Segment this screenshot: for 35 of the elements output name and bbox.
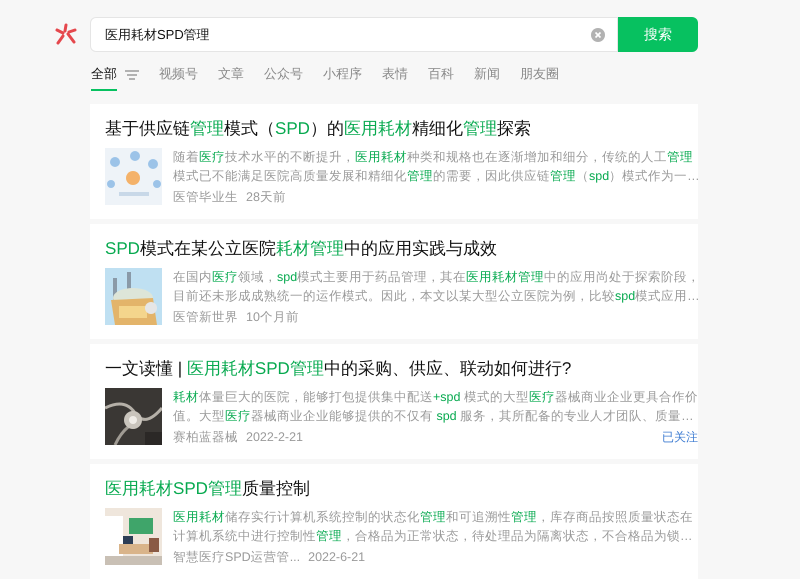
tab[interactable]: 全部 (91, 59, 117, 91)
source-name[interactable]: 医管新世界 (173, 308, 238, 327)
result-summary: 耗材体量巨大的医院，能够打包提供集中配送+spd 模式的大型医疗器械商业企业更具合作价 值。大型医疗器械商业企业能够提供的不仅有 spd 服务，其所配备的专业人才团队、质量… (173, 389, 698, 425)
result-card[interactable]: 基于供应链管理模式（SPD）的医用耗材精细化管理探索 随着医疗技术水平的不断提升，医用耗材种类和规格也在逐渐增加和细分，传统的人工管理 模式已不能满足医院高质量发展和精细化管理的需要，因此供应链管理（spd）模式作为一… 医管毕业生 28天前 (90, 104, 698, 219)
tab[interactable]: 公众号 (264, 59, 303, 91)
result-summary: 随着医疗技术水平的不断提升，医用耗材种类和规格也在逐渐增加和细分，传统的人工管理 模式已不能满足医院高质量发展和精细化管理的需要，因此供应链管理（spd）模式作为一… (173, 149, 700, 185)
result-title[interactable]: 一文读懂 | 医用耗材SPD管理中的采购、供应、联动如何进行? (105, 358, 684, 380)
filter-icon[interactable] (125, 70, 139, 80)
tab[interactable]: 小程序 (323, 59, 362, 91)
result-title[interactable]: 医用耗材SPD管理质量控制 (105, 478, 684, 500)
search-button[interactable]: 搜索 (618, 17, 698, 52)
source-name[interactable]: 赛柏蓝器械 (173, 428, 238, 447)
tab[interactable]: 朋友圈 (520, 59, 559, 91)
result-card[interactable]: SPD模式在某公立医院耗材管理中的应用实践与成效 在国内医疗领域，spd模式主要用于药品管理，其在医用耗材管理中的应用尚处于探索阶段， 目前还未形成成熟统一的运作模式。因此，本文以某大型公立医院为例，比较spd模式应用… 医管新世界 10个月前 (90, 224, 698, 339)
result-summary: 医用耗材储存实行计算机系统控制的状态化管理和可追溯性管理，库存商品按照质量状态在 计算机系统中进行控制性管理，合格品为正常状态，待处理品为隔离状态，不合格品为锁… (173, 509, 693, 545)
logo-icon (54, 22, 78, 46)
tab[interactable]: 表情 (382, 59, 408, 91)
publish-date: 28天前 (246, 189, 286, 206)
source-name[interactable]: 智慧医疗SPD运营管... (173, 548, 300, 567)
tab[interactable]: 视频号 (159, 59, 198, 91)
result-title[interactable]: SPD模式在某公立医院耗材管理中的应用实践与成效 (105, 238, 684, 260)
result-title[interactable]: 基于供应链管理模式（SPD）的医用耗材精细化管理探索 (105, 118, 684, 140)
tab[interactable]: 新闻 (474, 59, 500, 91)
result-card[interactable]: 医用耗材SPD管理质量控制 医用耗材储存实行计算机系统控制的状态化管理和可追溯性管理，库存商品按照质量状态在 计算机系统中进行控制性管理，合格品为正常状态，待处理品为隔离状态，不合格品为锁… 智慧医疗SPD运营管... 2022-6-21 (90, 464, 698, 579)
publish-date: 10个月前 (246, 309, 299, 326)
followed-label: 已关注 (662, 429, 698, 446)
clear-icon[interactable] (591, 28, 605, 42)
publish-date: 2022-2-21 (246, 429, 303, 446)
publish-date: 2022-6-21 (308, 549, 366, 566)
result-summary: 在国内医疗领域，spd模式主要用于药品管理，其在医用耗材管理中的应用尚处于探索阶段， 目前还未形成成熟统一的运作模式。因此，本文以某大型公立医院为例，比较spd模式应用… (173, 269, 700, 305)
tab[interactable]: 文章 (218, 59, 244, 91)
source-name[interactable]: 医管毕业生 (173, 188, 238, 207)
tab[interactable]: 百科 (428, 59, 454, 91)
search-field[interactable]: 医用耗材SPD管理 (90, 17, 618, 52)
result-card[interactable]: 一文读懂 | 医用耗材SPD管理中的采购、供应、联动如何进行? 耗材体量巨大的医院，能够打包提供集中配送+spd 模式的大型医疗器械商业企业更具合作价 值。大型医疗器械商业企业能够提供的不仅有 spd 服务，其所配备的专业人才团队、质量… 赛柏蓝器械 2022-2-21 已关注 (90, 344, 698, 459)
